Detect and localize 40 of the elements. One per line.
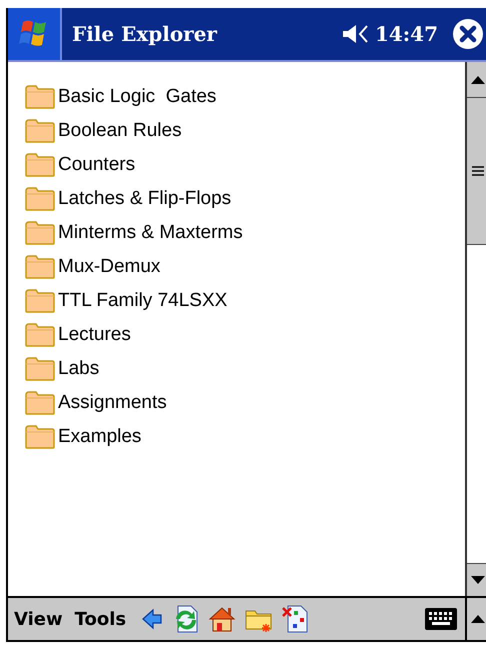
folder-icon	[25, 119, 55, 143]
back-arrow-icon[interactable]	[140, 607, 164, 631]
folder-icon	[25, 289, 55, 313]
folder-icon	[25, 221, 55, 245]
scroll-bar[interactable]	[465, 62, 486, 596]
folder-name[interactable]: Latches & Flip-Flops	[58, 188, 232, 210]
folder-icon	[25, 255, 55, 279]
scroll-thumb[interactable]	[467, 98, 486, 245]
folder-icon	[25, 187, 55, 211]
delete-icon[interactable]	[282, 605, 310, 633]
down-arrow-icon	[470, 576, 484, 584]
keyboard-icon[interactable]	[425, 608, 457, 630]
input-panel-button[interactable]	[465, 598, 486, 640]
close-icon[interactable]	[452, 18, 484, 50]
clock-time[interactable]: 14:47	[374, 22, 438, 46]
folder-name[interactable]: Examples	[58, 426, 142, 448]
folder-name[interactable]: Boolean Rules	[58, 120, 182, 142]
start-button[interactable]	[8, 8, 62, 60]
up-arrow-icon	[470, 76, 484, 84]
folder-name[interactable]: Basic Logic Gates	[58, 86, 216, 108]
folder-name[interactable]: Assignments	[58, 392, 167, 414]
scroll-down-button[interactable]	[467, 563, 486, 596]
folder-name[interactable]: Mux-Demux	[58, 256, 160, 278]
folder-icon	[25, 323, 55, 347]
folder-name[interactable]: TTL Family 74LSXX	[58, 290, 228, 312]
folder-icon	[25, 153, 55, 177]
folder-icon	[25, 85, 55, 109]
menu-item[interactable]: View	[14, 608, 63, 630]
home-icon[interactable]	[208, 605, 236, 633]
folder-icon	[25, 357, 55, 381]
window-title: File Explorer	[72, 22, 218, 46]
folder-name[interactable]: Labs	[58, 358, 100, 380]
menu-item[interactable]: Tools	[74, 608, 126, 630]
folder-name[interactable]: Counters	[58, 154, 136, 176]
folder-name[interactable]: Minterms & Maxterms	[58, 222, 243, 244]
folder-icon	[25, 391, 55, 415]
folder-icon	[25, 425, 55, 449]
grip-icon	[472, 166, 484, 176]
scroll-up-button[interactable]	[467, 62, 486, 98]
folder-name[interactable]: Lectures	[58, 324, 131, 346]
